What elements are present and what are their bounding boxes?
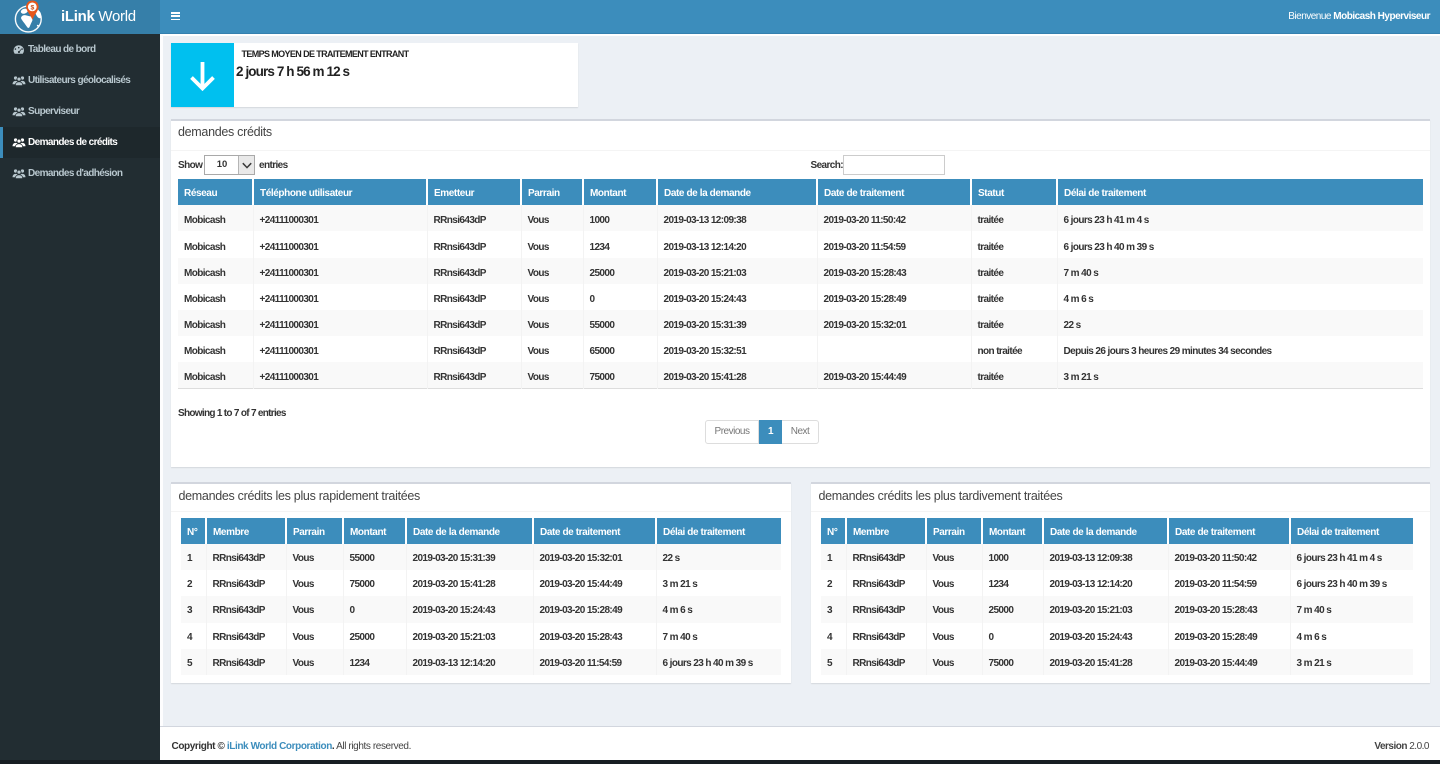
svg-text:$: $ [31, 4, 35, 11]
